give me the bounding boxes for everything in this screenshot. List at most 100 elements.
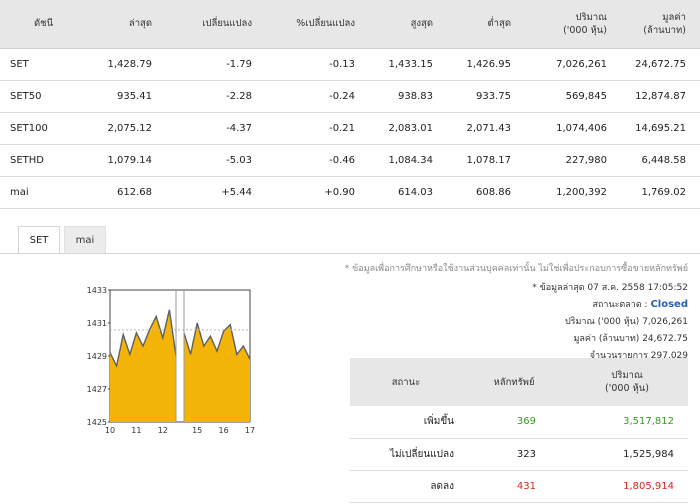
disclaimer-text: * ข้อมูลเพื่อการศึกษาหรือใช้งานส่วนบุคคล… bbox=[344, 264, 688, 274]
y-tick-label: 1431 bbox=[87, 319, 107, 328]
index-table: ดัชนี ล่าสุด เปลี่ยนแปลง %เปลี่ยนแปลง สู… bbox=[0, 0, 700, 209]
index-table-header: ดัชนี ล่าสุด เปลี่ยนแปลง %เปลี่ยนแปลง สู… bbox=[0, 0, 700, 48]
tab-divider bbox=[0, 253, 700, 254]
x-tick-label: 15 bbox=[192, 426, 202, 435]
table-row: เพิ่มขึ้น 369 3,517,812 bbox=[350, 406, 688, 438]
pct-cell: -0.13 bbox=[329, 58, 355, 70]
high-cell: 938.83 bbox=[398, 90, 433, 102]
volume-cell: 569,845 bbox=[565, 90, 607, 102]
x-tick-label: 10 bbox=[105, 426, 115, 435]
table-row: SETHD 1,079.14 -5.03 -0.46 1,084.34 1,07… bbox=[0, 144, 700, 176]
total-volume-value: 7,026,261 bbox=[642, 317, 688, 327]
x-tick-label: 12 bbox=[158, 426, 168, 435]
volume-cell: 1,525,984 bbox=[623, 448, 674, 460]
table-row: SET100 2,075.12 -4.37 -0.21 2,083.01 2,0… bbox=[0, 112, 700, 144]
col-low: ต่ำสุด bbox=[487, 18, 511, 30]
col-change: เปลี่ยนแปลง bbox=[202, 18, 252, 30]
pct-cell: -0.46 bbox=[329, 154, 355, 166]
table-row: ลดลง 431 1,805,914 bbox=[350, 470, 688, 502]
change-cell: -4.37 bbox=[226, 122, 252, 134]
col-high: สูงสุด bbox=[410, 18, 433, 30]
change-cell: +5.44 bbox=[221, 186, 252, 198]
value-cell: 12,874.87 bbox=[635, 90, 686, 102]
value-cell: 14,695.21 bbox=[635, 122, 686, 134]
total-volume-label: ปริมาณ ('000 หุ้น) bbox=[564, 317, 640, 327]
x-tick-label: 11 bbox=[131, 426, 141, 435]
low-cell: 1,078.17 bbox=[466, 154, 511, 166]
tab-mai[interactable]: mai bbox=[64, 226, 106, 254]
status-advance: เพิ่มขึ้น bbox=[423, 416, 454, 428]
table-row: SET50 935.41 -2.28 -0.24 938.83 933.75 5… bbox=[0, 80, 700, 112]
col-volume-unit: ('000 หุ้น) bbox=[563, 24, 607, 36]
count-cell: 369 bbox=[516, 416, 536, 428]
volume-cell: 7,026,261 bbox=[556, 58, 607, 70]
tab-set[interactable]: SET bbox=[18, 226, 60, 254]
index-link-sethd[interactable]: SETHD bbox=[0, 144, 86, 176]
count-cell: 323 bbox=[516, 448, 536, 460]
y-tick-label: 1427 bbox=[87, 385, 107, 394]
total-volume: ปริมาณ ('000 หุ้น) 7,026,261 bbox=[565, 314, 688, 328]
col-securities: หลักทรัพย์ bbox=[493, 376, 535, 388]
low-cell: 1,426.95 bbox=[466, 58, 511, 70]
volume-cell: 227,980 bbox=[565, 154, 607, 166]
high-cell: 614.03 bbox=[398, 186, 433, 198]
pct-cell: +0.90 bbox=[324, 186, 355, 198]
volume-cell: 1,200,392 bbox=[556, 186, 607, 198]
change-cell: -1.79 bbox=[226, 58, 252, 70]
status-unchanged: ไม่เปลี่ยนแปลง bbox=[389, 448, 454, 460]
volume-cell: 1,805,914 bbox=[623, 480, 674, 492]
col-volume: ปริมาณ ('000 หุ้น) bbox=[525, 0, 621, 48]
total-value: มูลค่า (ล้านบาท) 24,672.75 bbox=[573, 331, 688, 345]
x-tick-label: 16 bbox=[219, 426, 229, 435]
table-row: ไม่เปลี่ยนแปลง 323 1,525,984 bbox=[350, 438, 688, 470]
count-cell: 431 bbox=[516, 480, 536, 492]
col-status: สถานะ bbox=[391, 376, 421, 388]
change-cell: -5.03 bbox=[226, 154, 252, 166]
pct-cell: -0.21 bbox=[329, 122, 355, 134]
table-row: mai 612.68 +5.44 +0.90 614.03 608.86 1,2… bbox=[0, 176, 700, 208]
last-cell: 1,079.14 bbox=[107, 154, 152, 166]
value-cell: 6,448.58 bbox=[641, 154, 686, 166]
x-tick-label: 17 bbox=[245, 426, 255, 435]
col-volume-label: ปริมาณ bbox=[575, 11, 607, 23]
status-decline: ลดลง bbox=[430, 480, 454, 492]
last-cell: 612.68 bbox=[117, 186, 152, 198]
summary-header: สถานะ หลักทรัพย์ ปริมาณ ('000 หุ้น) bbox=[350, 358, 688, 406]
col-index: ดัชนี bbox=[34, 18, 54, 30]
high-cell: 2,083.01 bbox=[388, 122, 433, 134]
total-value-value: 24,672.75 bbox=[642, 334, 688, 344]
last-cell: 2,075.12 bbox=[107, 122, 152, 134]
low-cell: 2,071.43 bbox=[466, 122, 511, 134]
last-cell: 935.41 bbox=[117, 90, 152, 102]
intraday-chart: 1433143114291427142510 11 12 15 16 17 bbox=[87, 286, 255, 435]
index-name: SET bbox=[10, 58, 29, 70]
last-cell: 1,428.79 bbox=[107, 58, 152, 70]
market-tabs: SET mai bbox=[18, 226, 106, 254]
market-status: สถานะตลาด : Closed bbox=[592, 297, 688, 311]
index-link-set100[interactable]: SET100 bbox=[0, 112, 86, 144]
change-cell: -2.28 bbox=[226, 90, 252, 102]
volume-cell: 3,517,812 bbox=[623, 416, 674, 428]
col-summary-volume: ปริมาณ ('000 หุ้น) bbox=[566, 358, 688, 406]
volume-cell: 1,074,406 bbox=[556, 122, 607, 134]
low-cell: 933.75 bbox=[476, 90, 511, 102]
value-cell: 24,672.75 bbox=[635, 58, 686, 70]
high-cell: 1,084.34 bbox=[388, 154, 433, 166]
y-tick-label: 1433 bbox=[87, 286, 107, 295]
last-updated: * ข้อมูลล่าสุด 07 ส.ค. 2558 17:05:52 bbox=[532, 283, 688, 293]
table-row: SET 1,428.79 -1.79 -0.13 1,433.15 1,426.… bbox=[0, 48, 700, 80]
total-value-label: มูลค่า (ล้านบาท) bbox=[573, 334, 640, 344]
col-value-label: มูลค่า bbox=[662, 11, 686, 23]
col-last: ล่าสุด bbox=[128, 18, 152, 30]
advance-decline-table: สถานะ หลักทรัพย์ ปริมาณ ('000 หุ้น) เพิ่ม… bbox=[350, 358, 688, 503]
col-pct-change: %เปลี่ยนแปลง bbox=[296, 18, 355, 30]
value-cell: 1,769.02 bbox=[641, 186, 686, 198]
high-cell: 1,433.15 bbox=[388, 58, 433, 70]
market-status-value: Closed bbox=[650, 299, 688, 310]
index-link-set50[interactable]: SET50 bbox=[0, 80, 86, 112]
col-summary-volume-unit: ('000 หุ้น) bbox=[605, 383, 649, 394]
pct-cell: -0.24 bbox=[329, 90, 355, 102]
y-tick-label: 1429 bbox=[87, 352, 107, 361]
col-value: มูลค่า (ล้านบาท) bbox=[621, 0, 700, 48]
low-cell: 608.86 bbox=[476, 186, 511, 198]
